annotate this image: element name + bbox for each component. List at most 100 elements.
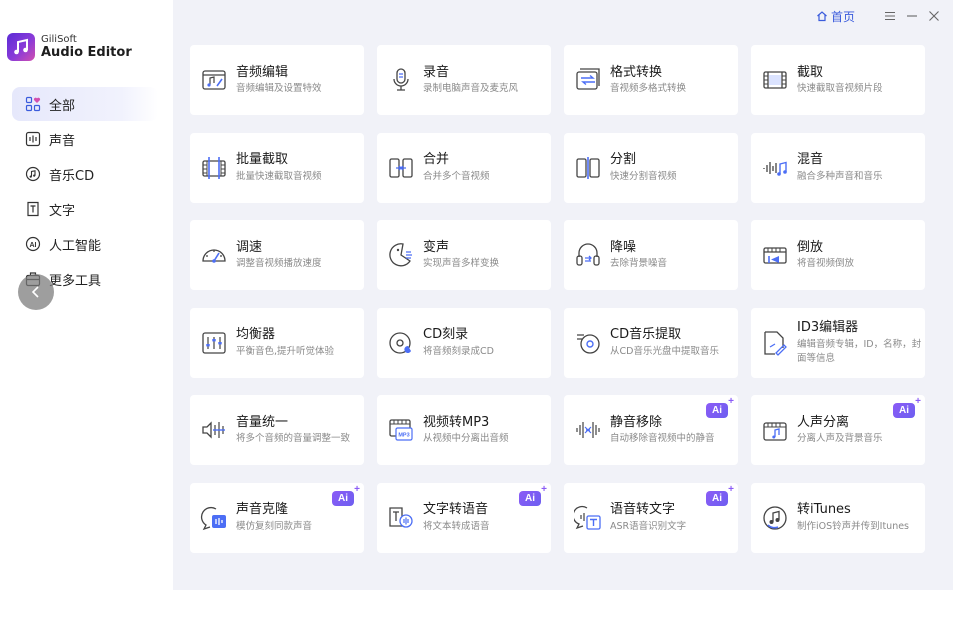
sidebar-item-text[interactable]: 文字 xyxy=(12,192,158,226)
tool-card-video-to-mp3[interactable]: MP3 视频转MP3 从视频中分离出音频 xyxy=(377,395,551,465)
tool-card-equalizer[interactable]: 均衡器 平衡音色,提升听觉体验 xyxy=(190,307,364,378)
sidebar-item-music-cd[interactable]: 音乐CD xyxy=(12,157,158,191)
speed-icon xyxy=(200,241,228,269)
trim-icon xyxy=(761,66,789,94)
ai-badge: Ai xyxy=(893,396,921,418)
tool-title: 音量统一 xyxy=(236,414,289,430)
sidebar-item-label: 文字 xyxy=(49,203,76,219)
tool-description: 实现声音多样变换 xyxy=(423,258,500,270)
video-to-mp3-icon: MP3 xyxy=(387,416,415,444)
logo-product: Audio Editor xyxy=(41,45,132,60)
tool-description: 编辑音频专辑，ID，名称，封面等信息 xyxy=(797,338,922,364)
svg-text:AI: AI xyxy=(30,242,37,249)
logo-brand: GiliSoft xyxy=(41,34,77,45)
tool-card-speech-to-text[interactable]: 语音转文字 ASR语音识别文字 Ai xyxy=(564,482,738,553)
grid-icon xyxy=(24,95,42,113)
microphone-icon xyxy=(387,66,415,94)
tool-description: 调整音视频播放速度 xyxy=(236,258,322,270)
tool-title: 格式转换 xyxy=(610,64,663,80)
tool-description: 自动移除音视频中的静音 xyxy=(610,433,715,445)
minimize-icon xyxy=(907,15,917,17)
tool-card-speed[interactable]: 调速 调整音视频播放速度 xyxy=(190,220,364,290)
tool-title: 转iTunes xyxy=(797,502,851,518)
tool-title: 语音转文字 xyxy=(610,502,676,518)
tool-card-volume-normalize[interactable]: 音量统一 将多个音频的音量调整一致 xyxy=(190,395,364,465)
sidebar-item-label: 全部 xyxy=(49,98,76,114)
tool-card-microphone[interactable]: 录音 录制电脑声音及麦克风 xyxy=(377,45,551,115)
tool-title: 人声分离 xyxy=(797,414,850,430)
batch-trim-icon xyxy=(200,154,228,182)
tool-description: 制作iOS铃声并传到Itunes xyxy=(797,520,910,532)
tool-title: 分割 xyxy=(610,152,637,168)
tool-card-text-to-speech[interactable]: 文字转语音 将文本转成语音 Ai xyxy=(377,482,551,553)
tool-title: 合并 xyxy=(423,152,450,168)
tool-title: 倒放 xyxy=(797,239,824,255)
tool-card-id3[interactable]: ID3编辑器编辑音频专辑，ID，名称，封面等信息 xyxy=(751,307,925,378)
tool-description: 将音视频倒放 xyxy=(797,258,855,270)
tool-title: 声音克隆 xyxy=(236,502,289,518)
tool-card-vocal-separation[interactable]: 人声分离 分离人声及背景音乐 Ai xyxy=(751,395,925,465)
tool-card-voice-changer[interactable]: 变声实现声音多样变换 xyxy=(377,220,551,290)
tool-description: 批量快速截取音视频 xyxy=(236,170,322,182)
audio-edit-icon xyxy=(200,66,228,94)
mix-icon xyxy=(761,154,789,182)
sound-icon xyxy=(24,130,42,148)
silence-remove-icon xyxy=(574,416,602,444)
logo-icon xyxy=(7,33,35,61)
tool-description: 快速分割音视频 xyxy=(610,170,677,182)
tool-card-voice-clone[interactable]: 声音克隆 模仿复刻同款声音 Ai xyxy=(190,482,364,553)
chevron-left-icon xyxy=(31,286,39,298)
tool-title: 截取 xyxy=(797,64,824,80)
minimize-button[interactable] xyxy=(901,5,923,27)
tool-card-mix[interactable]: 混音 融合多种声音和音乐 xyxy=(751,132,925,203)
noise-reduction-icon xyxy=(574,241,602,269)
tool-card-audio-edit[interactable]: 音频编辑 音频编辑及设置特效 xyxy=(190,45,364,115)
menu-button[interactable] xyxy=(879,5,901,27)
tool-card-split[interactable]: 分割 快速分割音视频 xyxy=(564,132,738,203)
convert-icon xyxy=(574,66,602,94)
tool-card-convert[interactable]: 格式转换音视频多格式转换 xyxy=(564,45,738,115)
tool-card-reverse[interactable]: 倒放 将音视频倒放 xyxy=(751,220,925,290)
app-window: GiliSoft Audio Editor 全部声音音乐CD 文字 AI 人工智能更多… xyxy=(0,0,953,622)
volume-normalize-icon xyxy=(200,416,228,444)
sidebar-item-label: 人工智能 xyxy=(49,238,102,254)
title-bar: 首页 xyxy=(816,0,953,32)
tool-title: 混音 xyxy=(797,152,824,168)
tool-card-trim[interactable]: 截取 快速截取音视频片段 xyxy=(751,45,925,115)
ai-badge: Ai xyxy=(332,484,360,506)
tool-title: ID3编辑器 xyxy=(797,319,859,335)
close-button[interactable] xyxy=(923,5,945,27)
tool-card-itunes[interactable]: 转iTunes 制作iOS铃声并传到Itunes xyxy=(751,482,925,553)
tool-card-cd-burn[interactable]: CD刻录将音频刻录成CD xyxy=(377,307,551,378)
sidebar-item-sound[interactable]: 声音 xyxy=(12,122,158,156)
tool-description: 将音频刻录成CD xyxy=(423,345,494,357)
app-logo: GiliSoft Audio Editor xyxy=(7,33,132,61)
collapse-sidebar-button[interactable] xyxy=(18,274,54,310)
tool-description: ASR语音识别文字 xyxy=(610,520,687,532)
tool-description: 平衡音色,提升听觉体验 xyxy=(236,345,335,357)
tool-title: 录音 xyxy=(423,64,450,80)
voice-clone-icon xyxy=(200,504,228,532)
text-icon xyxy=(24,200,42,218)
itunes-icon xyxy=(761,504,789,532)
sidebar-item-grid[interactable]: 全部 xyxy=(12,87,158,121)
cd-burn-icon xyxy=(387,329,415,357)
tool-description: 合并多个音视频 xyxy=(423,170,490,182)
tool-card-merge[interactable]: 合并 合并多个音视频 xyxy=(377,132,551,203)
tool-description: 音视频多格式转换 xyxy=(610,83,687,95)
equalizer-icon xyxy=(200,329,228,357)
ai-badge: Ai xyxy=(706,396,734,418)
tool-title: 变声 xyxy=(423,239,450,255)
tool-card-cd-rip[interactable]: CD音乐提取 从CD音乐光盘中提取音乐 xyxy=(564,307,738,378)
merge-icon xyxy=(387,154,415,182)
home-link[interactable]: 首页 xyxy=(816,8,855,25)
sidebar-item-label: 更多工具 xyxy=(49,273,102,289)
vocal-separation-icon xyxy=(761,416,789,444)
sidebar-item-ai[interactable]: AI 人工智能 xyxy=(12,227,158,261)
tool-card-noise-reduction[interactable]: 降噪 去除背景噪音 xyxy=(564,220,738,290)
sidebar-item-label: 音乐CD xyxy=(49,168,95,184)
tool-title: CD刻录 xyxy=(423,327,469,343)
tool-card-silence-remove[interactable]: 静音移除 自动移除音视频中的静音 Ai xyxy=(564,395,738,465)
close-icon xyxy=(929,11,939,21)
tool-card-batch-trim[interactable]: 批量截取 批量快速截取音视频 xyxy=(190,132,364,203)
